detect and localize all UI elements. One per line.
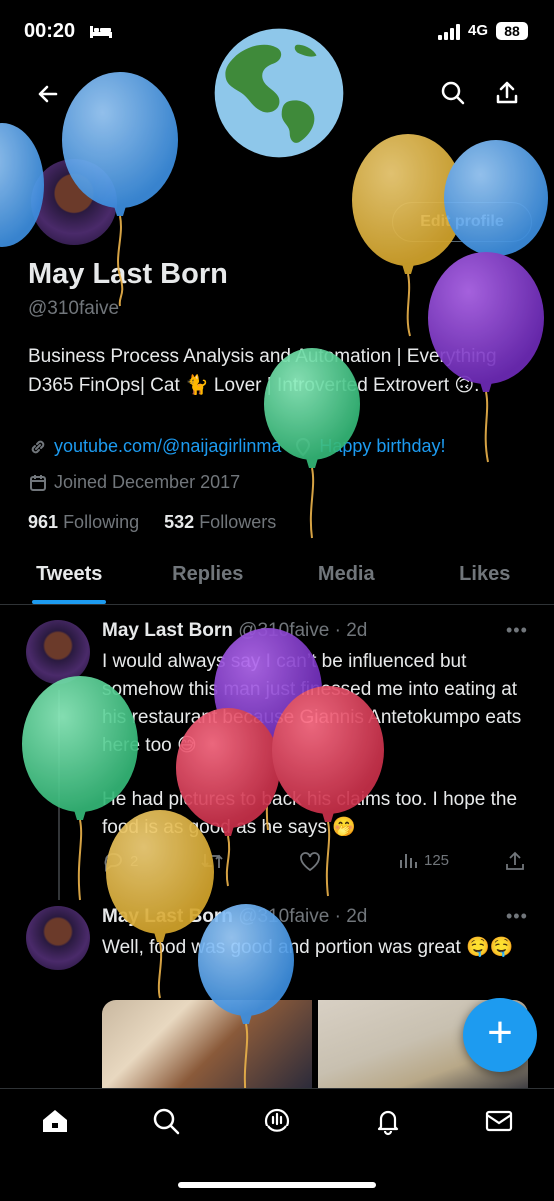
tab-label: Likes [459, 563, 510, 585]
share-icon[interactable] [494, 80, 520, 106]
profile-tabs: Tweets Replies Media Likes [0, 556, 554, 605]
mail-icon[interactable] [484, 1106, 514, 1136]
following-count: 961 [28, 512, 58, 532]
profile-joined: Joined December 2017 [28, 472, 240, 493]
views-icon [398, 850, 418, 870]
location-icon [293, 437, 313, 457]
profile-meta-row: youtube.com/@naijagirlinma Happy birthda… [28, 436, 445, 457]
tab-label: Tweets [36, 563, 102, 585]
profile-handle: @310faive [28, 298, 119, 320]
tweet-header: May Last Born @310faive · 2d [102, 906, 367, 928]
following-link[interactable]: 961 Following [28, 512, 139, 532]
network-label: 4G [468, 22, 488, 39]
compose-button[interactable]: + [463, 998, 537, 1072]
profile-location[interactable]: Happy birthday! [319, 436, 445, 457]
retweet-icon[interactable] [200, 850, 224, 872]
tweet-avatar[interactable] [26, 906, 90, 970]
tweet-time: · 2d [335, 906, 368, 927]
more-options-icon[interactable]: ••• [506, 906, 528, 927]
joined-text: Joined December 2017 [54, 472, 240, 493]
link-icon [28, 437, 48, 457]
tab-label: Replies [172, 563, 243, 585]
views-count: 125 [424, 852, 449, 869]
tweet-author-name[interactable]: May Last Born [102, 620, 233, 641]
more-options-icon[interactable]: ••• [506, 620, 528, 641]
reply-action[interactable]: 2 [102, 850, 138, 872]
edit-profile-button[interactable]: Edit profile [392, 202, 532, 242]
followers-link[interactable]: 532 Followers [164, 512, 276, 532]
followers-count: 532 [164, 512, 194, 532]
active-tab-indicator [32, 600, 106, 604]
search-icon[interactable] [440, 80, 466, 106]
views-action[interactable]: 125 [398, 850, 449, 870]
home-icon[interactable] [40, 1106, 70, 1136]
tab-media[interactable]: Media [277, 556, 416, 604]
tweet-avatar[interactable] [26, 620, 90, 684]
explore-icon[interactable] [151, 1106, 181, 1136]
tweet-author-handle: @310faive [238, 906, 329, 927]
home-indicator[interactable] [178, 1182, 376, 1188]
reply-count: 2 [130, 853, 138, 870]
tab-replies[interactable]: Replies [139, 556, 278, 604]
profile-link[interactable]: youtube.com/@naijagirlinma [54, 436, 281, 457]
like-icon[interactable] [298, 850, 322, 872]
signal-icon [438, 24, 462, 40]
compose-icon: + [487, 1008, 513, 1057]
globe-icon [212, 26, 346, 160]
tweet-author-handle: @310faive [238, 620, 329, 641]
sleep-mode-icon [90, 24, 112, 38]
tweet-share-icon[interactable] [504, 850, 526, 872]
tweet-text: I would always say I can’t be influenced… [102, 648, 522, 760]
following-label: Following [63, 512, 139, 532]
thread-line [58, 690, 60, 900]
tweet-time: · 2d [335, 620, 368, 641]
tab-tweets[interactable]: Tweets [0, 556, 139, 604]
battery-indicator: 88 [496, 22, 528, 40]
followers-label: Followers [199, 512, 276, 532]
tweet-header: May Last Born @310faive · 2d [102, 620, 367, 642]
tab-likes[interactable]: Likes [416, 556, 554, 604]
bell-icon[interactable] [373, 1106, 403, 1136]
profile-bio: Business Process Analysis and Automation… [28, 342, 528, 400]
tweet-photo-food-1[interactable] [102, 1000, 312, 1090]
profile-avatar[interactable] [28, 156, 120, 248]
back-arrow-icon[interactable] [34, 80, 62, 108]
tweet-author-name[interactable]: May Last Born [102, 906, 233, 927]
tweet-text: Well, food was good and portion was grea… [102, 934, 522, 962]
tab-label: Media [318, 563, 375, 585]
profile-name: May Last Born [28, 258, 228, 291]
tweet-text-continued: He had pictures to back his claims too. … [102, 786, 522, 842]
follow-stats: 961 Following 532 Followers [28, 512, 276, 533]
status-time: 00:20 [24, 20, 75, 43]
spaces-icon[interactable] [262, 1106, 292, 1136]
reply-icon [102, 850, 124, 872]
calendar-icon [28, 473, 48, 493]
